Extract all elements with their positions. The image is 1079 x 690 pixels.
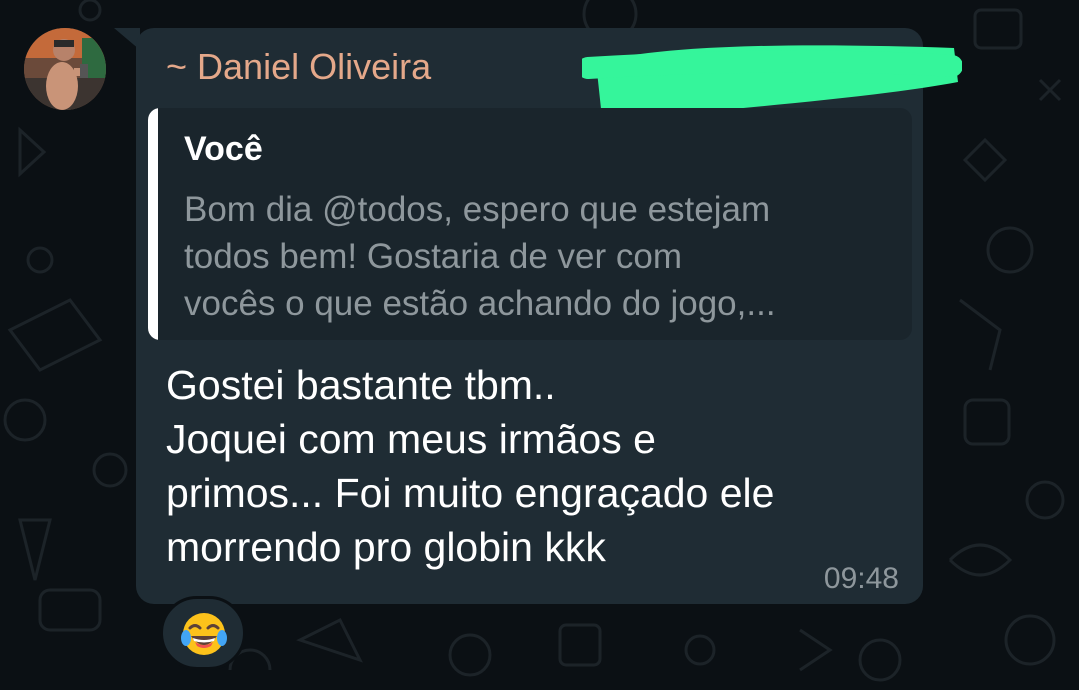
redaction-mark xyxy=(582,45,962,118)
quoted-message[interactable]: Você Bom dia @todos, espero que estejam … xyxy=(148,108,912,340)
message-line: primos... Foi muito engraçado ele xyxy=(166,470,775,516)
quote-accent-bar xyxy=(148,108,158,340)
message-bubble[interactable]: ~ Daniel Oliveira Você Bom dia @todos, e… xyxy=(136,28,962,604)
avatar-photo-icon xyxy=(24,28,106,110)
reaction-badge[interactable] xyxy=(160,596,246,670)
message-text: Gostei bastante tbm.. Joquei com meus ir… xyxy=(166,358,906,574)
quoted-author: Você xyxy=(184,130,263,168)
face-with-tears-of-joy-icon xyxy=(181,613,227,655)
quoted-text-line: todos bem! Gostaria de ver com xyxy=(184,237,682,276)
quoted-text: Bom dia @todos, espero que estejam todos… xyxy=(184,186,884,327)
contact-avatar[interactable] xyxy=(24,28,106,110)
sender-name[interactable]: ~ Daniel Oliveira xyxy=(166,46,431,88)
message-timestamp: 09:48 xyxy=(823,562,899,595)
message-line: morrendo pro globin kkk xyxy=(166,524,606,570)
quoted-text-line: Bom dia @todos, espero que estejam xyxy=(184,190,771,229)
message-line: Gostei bastante tbm.. xyxy=(166,362,556,408)
message-line: Joquei com meus irmãos e xyxy=(166,416,656,462)
quoted-text-line: vocês o que estão achando do jogo,... xyxy=(184,284,776,323)
